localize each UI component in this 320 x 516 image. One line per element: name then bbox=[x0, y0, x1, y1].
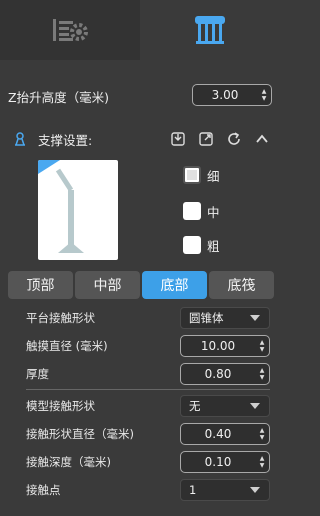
z-lift-label: Z抬升高度（毫米) bbox=[8, 89, 109, 105]
tab-settings[interactable] bbox=[0, 0, 140, 60]
thin-label: 细 bbox=[207, 168, 220, 184]
spin-arrows-icon[interactable]: ▲ ▼ bbox=[255, 339, 269, 353]
tab-top[interactable]: 顶部 bbox=[8, 271, 73, 299]
contact-depth-label: 接触深度（毫米) bbox=[26, 455, 111, 469]
tab-middle[interactable]: 中部 bbox=[75, 271, 140, 299]
contact-shape-diameter-row: 接触形状直径（毫米) 0.40 ▲ ▼ bbox=[26, 423, 274, 445]
contact-shape-diameter-spinbox[interactable]: 0.40 ▲ ▼ bbox=[180, 423, 270, 445]
platform-contact-shape-row: 平台接触形状 圆锥体 bbox=[26, 307, 274, 329]
support-structure-icon bbox=[195, 16, 225, 44]
contact-shape-diameter-value[interactable]: 0.40 bbox=[181, 427, 255, 441]
z-lift-spinbox[interactable]: 3.00 ▲ ▼ bbox=[192, 84, 272, 106]
tab-raft[interactable]: 底筏 bbox=[209, 271, 274, 299]
thick-checkbox[interactable] bbox=[183, 236, 201, 254]
z-lift-row: Z抬升高度（毫米) 3.00 ▲ ▼ bbox=[8, 84, 272, 108]
medium-checkbox[interactable] bbox=[183, 202, 201, 220]
z-lift-value[interactable]: 3.00 bbox=[193, 88, 257, 102]
thin-checkbox[interactable] bbox=[183, 166, 201, 184]
spin-arrows-icon[interactable]: ▲ ▼ bbox=[255, 427, 269, 441]
size-option-thick[interactable]: 粗 bbox=[183, 235, 253, 255]
panel-tab-bar bbox=[0, 0, 280, 60]
import-icon[interactable] bbox=[170, 131, 186, 147]
support-preview-image bbox=[38, 160, 118, 260]
support-settings-title: 支撑设置: bbox=[38, 132, 93, 148]
thickness-spinbox[interactable]: 0.80 ▲ ▼ bbox=[180, 363, 270, 385]
support-settings-header: 支撑设置: bbox=[12, 128, 272, 150]
contact-points-select[interactable]: 1 bbox=[180, 479, 270, 501]
contact-diameter-row: 触摸直径 (毫米) 10.00 ▲ ▼ bbox=[26, 335, 274, 357]
dropdown-caret-icon bbox=[250, 487, 260, 493]
platform-contact-shape-select[interactable]: 圆锥体 bbox=[180, 307, 270, 329]
contact-depth-row: 接触深度（毫米) 0.10 ▲ ▼ bbox=[26, 451, 274, 473]
contact-diameter-label: 触摸直径 (毫米) bbox=[26, 339, 108, 353]
contact-depth-spinbox[interactable]: 0.10 ▲ ▼ bbox=[180, 451, 270, 473]
refresh-icon[interactable] bbox=[226, 131, 242, 147]
thickness-row: 厚度 0.80 ▲ ▼ bbox=[26, 363, 274, 385]
contact-diameter-value[interactable]: 10.00 bbox=[181, 339, 255, 353]
support-part-tabs: 顶部 中部 底部 底筏 bbox=[8, 271, 274, 299]
size-option-medium[interactable]: 中 bbox=[183, 201, 253, 221]
contact-points-value: 1 bbox=[189, 483, 197, 497]
thickness-value[interactable]: 0.80 bbox=[181, 367, 255, 381]
collapse-chevron-up-icon[interactable] bbox=[254, 131, 270, 147]
model-contact-shape-select[interactable]: 无 bbox=[180, 395, 270, 417]
contact-depth-value[interactable]: 0.10 bbox=[181, 455, 255, 469]
settings-list-icon bbox=[53, 19, 88, 41]
contact-diameter-spinbox[interactable]: 10.00 ▲ ▼ bbox=[180, 335, 270, 357]
thick-label: 粗 bbox=[207, 238, 220, 254]
support-preview-illustration bbox=[38, 160, 84, 253]
model-contact-shape-value: 无 bbox=[189, 399, 201, 413]
spin-arrows-icon[interactable]: ▲ ▼ bbox=[257, 88, 271, 102]
tab-support[interactable] bbox=[140, 0, 280, 60]
size-option-thin[interactable]: 细 bbox=[183, 165, 253, 185]
platform-contact-shape-label: 平台接触形状 bbox=[26, 311, 95, 325]
dropdown-caret-icon bbox=[250, 315, 260, 321]
support-section-icon bbox=[15, 132, 25, 146]
spin-arrows-icon[interactable]: ▲ ▼ bbox=[255, 455, 269, 469]
thickness-label: 厚度 bbox=[26, 367, 49, 381]
contact-shape-diameter-label: 接触形状直径（毫米) bbox=[26, 427, 134, 441]
contact-points-label: 接触点 bbox=[26, 483, 61, 497]
spin-arrows-icon[interactable]: ▲ ▼ bbox=[255, 367, 269, 381]
medium-label: 中 bbox=[207, 204, 220, 220]
dropdown-caret-icon bbox=[250, 403, 260, 409]
section-divider bbox=[26, 389, 270, 390]
model-contact-shape-label: 模型接触形状 bbox=[26, 399, 95, 413]
contact-points-row: 接触点 1 bbox=[26, 479, 274, 501]
export-icon[interactable] bbox=[198, 131, 214, 147]
platform-contact-shape-value: 圆锥体 bbox=[189, 311, 224, 325]
model-contact-shape-row: 模型接触形状 无 bbox=[26, 395, 274, 417]
tab-bottom[interactable]: 底部 bbox=[142, 271, 207, 299]
